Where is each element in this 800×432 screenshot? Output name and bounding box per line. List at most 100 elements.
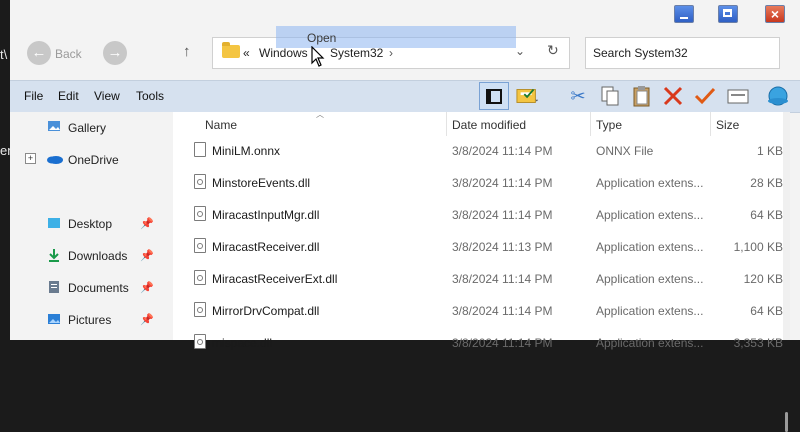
vertical-scrollbar[interactable] [783, 112, 790, 432]
breadcrumb-overflow[interactable]: « [243, 46, 250, 60]
file-icon [194, 142, 206, 157]
downloads-icon [49, 249, 59, 262]
breadcrumb-windows[interactable]: Windows [259, 46, 308, 60]
minimize-button[interactable] [674, 5, 694, 23]
file-type: Application extens... [596, 240, 704, 254]
expand-onedrive-icon[interactable]: + [25, 153, 36, 164]
dll-icon [194, 174, 206, 189]
close-button[interactable]: × [765, 5, 785, 23]
pin-icon[interactable]: 📌 [140, 281, 154, 294]
maximize-button[interactable] [718, 5, 738, 23]
background-window-text: t\ [0, 47, 8, 62]
file-date: 3/8/2024 11:14 PM [452, 272, 553, 286]
delete-icon[interactable] [661, 84, 685, 108]
back-label: Back [55, 47, 82, 61]
column-divider[interactable] [446, 112, 447, 136]
network-icon[interactable] [766, 84, 790, 108]
menu-view[interactable]: View [94, 89, 120, 103]
file-type: Application extens... [596, 272, 704, 286]
checkmark-icon[interactable] [693, 84, 717, 108]
documents-icon [49, 281, 59, 293]
column-header-date[interactable]: Date modified [452, 118, 526, 132]
file-name: MiracastReceiver.dll [212, 240, 320, 254]
gallery-icon [48, 121, 60, 131]
file-name: mispace.dll [212, 336, 273, 350]
menu-tools[interactable]: Tools [136, 89, 164, 103]
file-row[interactable]: MiracastReceiverExt.dll 3/8/2024 11:14 PM… [173, 263, 783, 295]
sidebar-item-downloads[interactable]: Downloads [68, 249, 127, 263]
up-button[interactable]: ↑ [183, 43, 191, 60]
sidebar-item-desktop[interactable]: Desktop [68, 217, 112, 231]
column-header-type[interactable]: Type [596, 118, 622, 132]
dll-icon [194, 270, 206, 285]
file-date: 3/8/2024 11:14 PM [452, 304, 553, 318]
file-name: MiracastInputMgr.dll [212, 208, 320, 222]
breadcrumb-system32[interactable]: System32 [330, 46, 383, 60]
file-size: 64 KB [750, 304, 783, 318]
file-size: 1 KB [756, 144, 783, 158]
file-date: 3/8/2024 11:14 PM [452, 176, 553, 190]
file-type: Application extens... [596, 208, 704, 222]
file-row[interactable]: MiniLM.onnx 3/8/2024 11:14 PM ONNX File 1 K… [173, 135, 783, 167]
file-name: MiniLM.onnx [212, 144, 281, 158]
dll-icon [194, 206, 206, 221]
back-button[interactable]: ← [27, 41, 51, 65]
folder-icon [222, 42, 240, 58]
file-type: Application extens... [596, 336, 704, 350]
desktop-icon [48, 218, 60, 228]
pin-icon[interactable]: 📌 [140, 313, 154, 326]
file-size: 28 KB [750, 176, 783, 190]
mouse-cursor-icon [311, 46, 325, 67]
file-row[interactable]: MinstoreEvents.dll 3/8/2024 11:14 PM Appli… [173, 167, 783, 199]
column-divider[interactable] [710, 112, 711, 136]
column-header-size[interactable]: Size [716, 118, 739, 132]
onedrive-icon [47, 156, 63, 164]
dll-icon [194, 334, 206, 349]
breadcrumb-chevron-icon[interactable]: › [389, 46, 393, 60]
file-date: 3/8/2024 11:14 PM [452, 144, 553, 158]
properties-icon[interactable] [726, 84, 750, 108]
column-header-name[interactable]: Name [205, 118, 237, 132]
dll-icon [194, 238, 206, 253]
arrow-left-icon: ← [31, 44, 47, 61]
paste-icon[interactable] [630, 84, 654, 108]
pin-icon[interactable]: 📌 [140, 217, 154, 230]
search-input[interactable]: Search System32 [593, 46, 688, 60]
sort-chevron-icon[interactable]: ︿ [316, 109, 324, 120]
menu-file[interactable]: File [24, 89, 43, 103]
file-type: Application extens... [596, 304, 704, 318]
sidebar-item-documents[interactable]: Documents [68, 281, 129, 295]
file-size: 64 KB [750, 208, 783, 222]
file-row[interactable]: MiracastReceiver.dll 3/8/2024 11:13 PM App… [173, 231, 783, 263]
copy-icon[interactable] [598, 84, 622, 108]
file-type: Application extens... [596, 176, 704, 190]
sidebar-item-pictures[interactable]: Pictures [68, 313, 111, 327]
sidebar-item-gallery[interactable]: Gallery [68, 121, 106, 135]
arrow-right-icon: → [107, 44, 123, 61]
address-dropdown-icon[interactable]: ⌄ [515, 44, 525, 58]
file-row[interactable]: MiracastInputMgr.dll 3/8/2024 11:14 PM App… [173, 199, 783, 231]
view-options-icon[interactable] [516, 84, 540, 108]
file-row[interactable]: MirrorDrvCompat.dll 3/8/2024 11:14 PM Appl… [173, 295, 783, 327]
dll-icon [194, 302, 206, 317]
forward-button[interactable]: → [103, 41, 127, 65]
drag-label: Open [307, 31, 337, 45]
cut-icon[interactable]: ✂ [566, 84, 590, 108]
file-size: 3,353 KB [733, 336, 783, 350]
file-date: 3/8/2024 11:14 PM [452, 336, 553, 350]
file-name: MiracastReceiverExt.dll [212, 272, 338, 286]
sidebar-item-onedrive[interactable]: OneDrive [68, 153, 119, 167]
file-date: 3/8/2024 11:14 PM [452, 208, 553, 222]
column-divider[interactable] [590, 112, 591, 136]
file-name: MinstoreEvents.dll [212, 176, 311, 190]
pictures-icon [48, 314, 60, 324]
menu-edit[interactable]: Edit [58, 89, 79, 103]
file-size: 120 KB [743, 272, 783, 286]
file-name: MirrorDrvCompat.dll [212, 304, 320, 318]
file-row[interactable]: mispace.dll 3/8/2024 11:14 PM Application … [173, 327, 783, 359]
file-type: ONNX File [596, 144, 654, 158]
pin-icon[interactable]: 📌 [140, 249, 154, 262]
refresh-icon[interactable]: ↻ [547, 42, 559, 59]
preview-pane-icon[interactable] [479, 82, 509, 110]
scrollbar-thumb[interactable] [785, 412, 788, 432]
